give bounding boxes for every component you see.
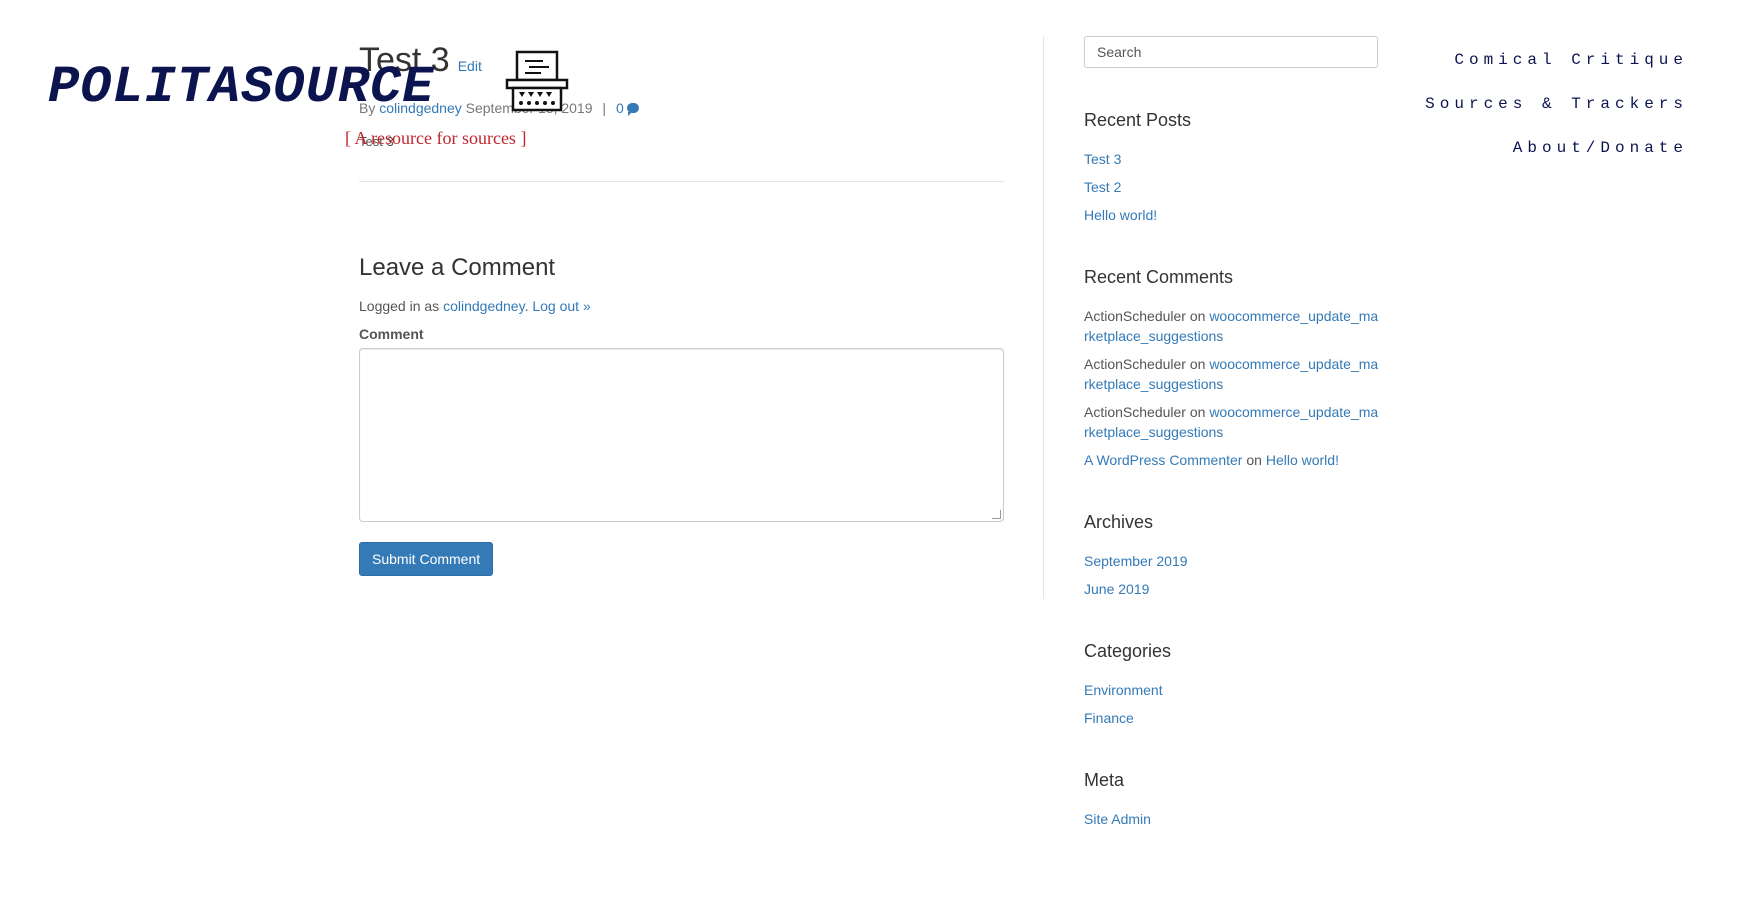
recent-post-link[interactable]: Test 2 <box>1084 179 1121 195</box>
resize-grip-icon[interactable] <box>992 510 1001 519</box>
post-title: Test 3 Edit <box>359 40 1004 86</box>
comment-on: on <box>1189 404 1206 420</box>
search-input[interactable] <box>1084 36 1378 68</box>
meta-link[interactable]: Site Admin <box>1084 811 1151 827</box>
comment-author-link[interactable]: A WordPress Commenter <box>1084 452 1242 468</box>
recent-comment-item: ActionScheduler on woocommerce_update_ma… <box>1084 306 1380 346</box>
recent-comment-item: A WordPress Commenter on Hello world! <box>1084 450 1380 470</box>
archive-link[interactable]: September 2019 <box>1084 553 1188 569</box>
typewriter-icon <box>505 50 569 119</box>
recent-comment-item: ActionScheduler on woocommerce_update_ma… <box>1084 354 1380 394</box>
comment-post-link[interactable]: Hello world! <box>1266 452 1339 468</box>
comment-bubble-icon <box>626 103 639 116</box>
content-divider <box>359 181 1004 182</box>
comment-textarea[interactable] <box>359 348 1004 522</box>
comment-author: ActionScheduler <box>1084 404 1186 420</box>
main-content: Test 3Edit By colindgedney September 18,… <box>359 40 1004 576</box>
site-logo[interactable]: POLITASOURCE <box>48 62 434 114</box>
site-tagline: [ A resource for sources ] <box>345 128 527 148</box>
recent-post-link[interactable]: Hello world! <box>1084 207 1157 223</box>
comment-heading: Leave a Comment <box>359 254 556 281</box>
comment-author: ActionScheduler <box>1084 356 1186 372</box>
archive-link[interactable]: June 2019 <box>1084 581 1149 597</box>
sidebar: Recent Posts Test 3 Test 2 Hello world! … <box>1084 36 1380 837</box>
recent-post-link[interactable]: Test 3 <box>1084 151 1121 167</box>
widget-title: Archives <box>1084 512 1154 532</box>
meta-separator: | <box>602 100 607 116</box>
logged-in-user-link[interactable]: colindgedney <box>443 298 524 314</box>
widget-archives: Archives September 2019 June 2019 <box>1084 512 1380 599</box>
category-link[interactable]: Environment <box>1084 682 1163 698</box>
widget-categories: Categories Environment Finance <box>1084 641 1380 728</box>
widget-title: Meta <box>1084 770 1125 790</box>
edit-link[interactable]: Edit <box>458 58 482 74</box>
category-link[interactable]: Finance <box>1084 710 1134 726</box>
top-nav: Comical Critique Sources & Trackers Abou… <box>1425 50 1688 182</box>
widget-title: Recent Posts <box>1084 110 1192 130</box>
logged-in-prefix: Logged in as <box>359 298 440 314</box>
comment-author: ActionScheduler <box>1084 308 1186 324</box>
widget-meta: Meta Site Admin <box>1084 770 1380 829</box>
comment-count: 0 <box>615 100 624 116</box>
comment-on: on <box>1246 452 1262 468</box>
logged-in-line: Logged in as colindgedney. Log out » <box>359 298 591 314</box>
comment-on: on <box>1189 308 1206 324</box>
comment-count-link[interactable]: 0 <box>616 100 639 116</box>
recent-comment-item: ActionScheduler on woocommerce_update_ma… <box>1084 402 1380 442</box>
widget-recent-comments: Recent Comments ActionScheduler on wooco… <box>1084 267 1380 470</box>
nav-item-about-donate[interactable]: About/Donate <box>1425 138 1688 158</box>
logout-link[interactable]: Log out » <box>532 298 590 314</box>
widget-title: Recent Comments <box>1084 267 1234 287</box>
post-meta: By colindgedney September 18, 2019 | 0 <box>359 98 1004 118</box>
widget-title: Categories <box>1084 641 1172 661</box>
comment-label: Comment <box>359 326 424 342</box>
nav-item-sources-trackers[interactable]: Sources & Trackers <box>1425 94 1688 114</box>
column-divider <box>1043 36 1044 599</box>
comment-on: on <box>1189 356 1206 372</box>
nav-item-comical-critique[interactable]: Comical Critique <box>1425 50 1688 70</box>
widget-recent-posts: Recent Posts Test 3 Test 2 Hello world! <box>1084 110 1380 225</box>
submit-comment-button[interactable]: Submit Comment <box>359 542 494 576</box>
